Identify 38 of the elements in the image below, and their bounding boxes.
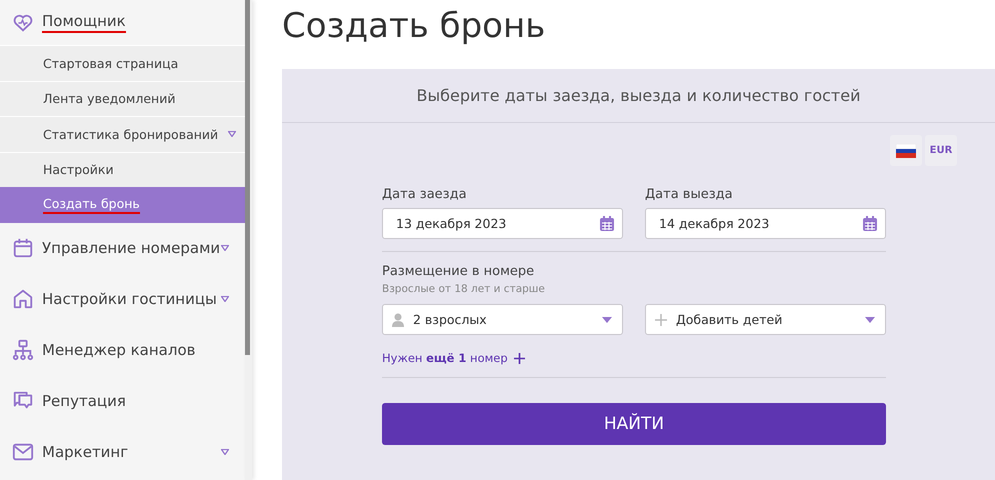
search-button[interactable]: НАЙТИ bbox=[382, 403, 886, 445]
sidebar-item[interactable]: Менеджер каналов bbox=[0, 324, 245, 376]
sidebar-item[interactable]: Настройки гостиницы bbox=[0, 274, 245, 324]
sidebar-subitem[interactable]: Статистика бронирований bbox=[0, 116, 245, 152]
envelope-icon bbox=[12, 441, 34, 463]
calendar-icon bbox=[600, 216, 614, 231]
adults-select[interactable]: 2 взрослых bbox=[382, 304, 623, 335]
currency-button[interactable]: EUR bbox=[925, 135, 957, 166]
hierarchy-icon bbox=[12, 339, 34, 361]
page-title: Создать бронь bbox=[282, 6, 546, 48]
date-field[interactable]: 13 декабря 2023 bbox=[382, 208, 623, 239]
field-label: Дата заезда bbox=[382, 187, 468, 202]
sidebar-item[interactable]: Помощник bbox=[0, 0, 245, 45]
house-icon bbox=[12, 288, 34, 310]
sidebar-item[interactable]: Маркетинг bbox=[0, 426, 245, 478]
hint-text: Взрослые от 18 лет и старше bbox=[382, 283, 546, 295]
calendar-icon bbox=[12, 237, 34, 259]
panel-heading: Выберите даты заезда, выезда и количество гостей bbox=[282, 69, 995, 123]
dropdown-arrow-icon bbox=[602, 316, 612, 322]
section-label: Размещение в номере bbox=[382, 264, 536, 279]
sidebar-item[interactable]: Репутация bbox=[0, 376, 245, 426]
sidebar-subitem[interactable]: Настройки bbox=[0, 152, 245, 187]
plus-icon bbox=[655, 314, 667, 326]
scrollbar-thumb[interactable] bbox=[245, 0, 250, 355]
date-field[interactable]: 14 декабря 2023 bbox=[645, 208, 886, 239]
dropdown-arrow-icon bbox=[865, 316, 875, 322]
field-label: Дата выезда bbox=[645, 187, 734, 202]
sidebar-subitem[interactable]: Создать бронь bbox=[0, 187, 245, 222]
add-room-link[interactable]: Нужен ещё 1 номер bbox=[382, 351, 508, 365]
language-button[interactable] bbox=[890, 135, 922, 166]
sidebar-subitem[interactable]: Стартовая страница bbox=[0, 45, 245, 80]
plus-icon[interactable] bbox=[514, 352, 525, 364]
children-select[interactable]: Добавить детей bbox=[645, 304, 886, 335]
sidebar-subitem[interactable]: Лента уведомлений bbox=[0, 80, 245, 116]
sidebar-item[interactable]: Управление номерами bbox=[0, 222, 245, 274]
person-icon bbox=[392, 312, 404, 326]
flag-icon bbox=[896, 144, 916, 158]
calendar-icon bbox=[863, 216, 877, 231]
